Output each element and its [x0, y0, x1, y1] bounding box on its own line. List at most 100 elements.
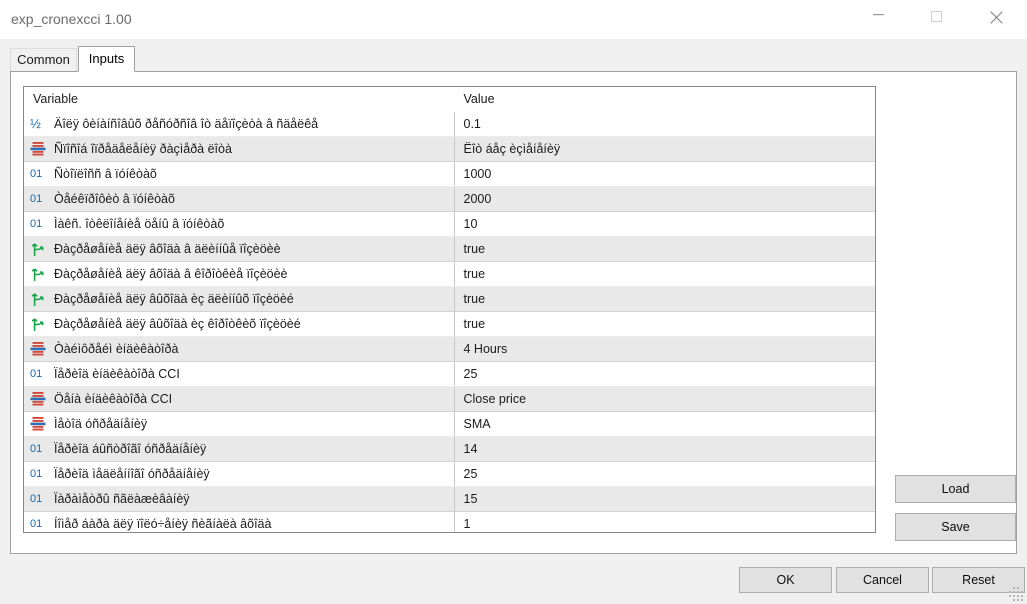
- variable-label: Ìàêñ. îòêëîíåíèå öåíû â ïóíêòàõ: [54, 217, 225, 231]
- value-cell[interactable]: 1000: [453, 161, 875, 187]
- value-cell[interactable]: SMA: [453, 411, 875, 437]
- value-cell[interactable]: 1: [453, 511, 875, 532]
- table-row[interactable]: Ðàçðåøåíèå äëÿ âûõîäà èç êîðîòêèõ ïîçèöè…: [24, 311, 875, 337]
- integer-01-icon: 01: [30, 216, 47, 233]
- table-row[interactable]: 01 Íîìåð áàðà äëÿ ïîëó÷åíèÿ ñèãíàëà âõîäà…: [24, 511, 875, 532]
- table-row[interactable]: Ìåòîä óñðåäíåíèÿ SMA: [24, 411, 875, 437]
- table-body: ½ Äîëÿ ôèíàíñîâûõ ðåñóðñîâ îò äåïîçèòà â …: [24, 111, 875, 532]
- value-cell[interactable]: 15: [453, 486, 875, 512]
- value-text: SMA: [463, 417, 491, 431]
- grip-dot: [1009, 591, 1011, 593]
- fraction-half-icon: ½: [30, 116, 47, 133]
- variable-cell[interactable]: Ðàçðåøåíèå äëÿ âûõîäà èç êîðîòêèõ ïîçèöè…: [24, 311, 454, 337]
- table-row[interactable]: 01 Òåéêïðîôèò â ïóíêòàõ 2000: [24, 186, 875, 212]
- value-cell[interactable]: Ëîò áåç èçìåíåíèÿ: [453, 136, 875, 162]
- table-row[interactable]: Ðàçðåøåíèå äëÿ âõîäà â äëèííûå ïîçèöèè tr…: [24, 236, 875, 262]
- variable-cell[interactable]: Ìåòîä óñðåäíåíèÿ: [24, 411, 454, 437]
- value-text: 25: [463, 467, 478, 481]
- value-cell[interactable]: true: [453, 261, 875, 287]
- table-row[interactable]: 01 Ïåðèîä áûñòðîãî óñðåäíåíèÿ 14: [24, 436, 875, 462]
- close-button[interactable]: [973, 0, 1019, 30]
- value-cell[interactable]: 4 Hours: [453, 336, 875, 362]
- svg-text:01: 01: [30, 368, 42, 380]
- title-bar: exp_cronexcci 1.00: [0, 0, 1027, 39]
- variable-cell[interactable]: Ñïîñîá îïðåäåëåíèÿ ðàçìåðà ëîòà: [24, 136, 454, 162]
- svg-text:01: 01: [30, 168, 42, 180]
- variable-cell[interactable]: 01 Ïàðàìåòðû ñãëàæèâàíèÿ: [24, 486, 454, 512]
- value-cell[interactable]: Close price: [453, 386, 875, 412]
- variable-cell[interactable]: Òàéìôðåéì èíäèêàòîðà: [24, 336, 454, 362]
- variable-label: Ìåòîä óñðåäíåíèÿ: [54, 417, 148, 431]
- table-row[interactable]: 01 Ñòîïëîññ â ïóíêòàõ 1000: [24, 161, 875, 187]
- variable-label: Òàéìôðåéì èíäèêàòîðà: [54, 342, 179, 356]
- parameter-dialog-window: exp_cronexcci 1.00 Common Inputs Variabl…: [0, 0, 1027, 604]
- value-cell[interactable]: 2000: [453, 186, 875, 212]
- minimize-button[interactable]: [856, 0, 902, 30]
- variable-cell[interactable]: 01 Íîìåð áàðà äëÿ ïîëó÷åíèÿ ñèãíàëà âõîäà: [24, 511, 454, 532]
- variable-label: Ðàçðåøåíèå äëÿ âõîäà â äëèííûå ïîçèöèè: [54, 242, 281, 256]
- tab-inputs[interactable]: Inputs: [78, 46, 135, 72]
- maximize-button[interactable]: [914, 0, 960, 30]
- value-cell[interactable]: 25: [453, 361, 875, 387]
- tab-strip: Common Inputs: [10, 46, 1017, 72]
- column-header-variable[interactable]: Variable: [24, 87, 454, 112]
- variable-label: Ïåðèîä ìåäëåííîãî óñðåäíåíèÿ: [54, 467, 210, 481]
- grip-dot: [1013, 591, 1015, 593]
- integer-01-icon: 01: [30, 466, 47, 483]
- column-header-value[interactable]: Value: [453, 87, 875, 112]
- value-cell[interactable]: 25: [453, 461, 875, 487]
- value-cell[interactable]: true: [453, 286, 875, 312]
- value-text: Close price: [463, 392, 527, 406]
- variable-cell[interactable]: 01 Ïåðèîä áûñòðîãî óñðåäíåíèÿ: [24, 436, 454, 462]
- table-header: Variable Value: [24, 87, 875, 112]
- enum-list-icon: [30, 141, 47, 158]
- variable-cell[interactable]: Ðàçðåøåíèå äëÿ âõîäà â äëèííûå ïîçèöèè: [24, 236, 454, 262]
- variable-cell[interactable]: Ðàçðåøåíèå äëÿ âõîäà â êîðîòêèå ïîçèöèè: [24, 261, 454, 287]
- inputs-panel: Variable Value ½ Äîëÿ ôèíàíñîâûõ ðåñóðñîâ…: [10, 71, 1017, 554]
- variable-label: Ïåðèîä áûñòðîãî óñðåäíåíèÿ: [54, 442, 207, 456]
- value-cell[interactable]: true: [453, 236, 875, 262]
- svg-text:01: 01: [30, 443, 42, 455]
- table-row[interactable]: 01 Ïåðèîä èíäèêàòîðà CCI 25: [24, 361, 875, 387]
- table-row[interactable]: Ñïîñîá îïðåäåëåíèÿ ðàçìåðà ëîòà Ëîò áåç è…: [24, 136, 875, 162]
- table-row[interactable]: ½ Äîëÿ ôèíàíñîâûõ ðåñóðñîâ îò äåïîçèòà â …: [24, 111, 875, 137]
- table-row[interactable]: 01 Ïàðàìåòðû ñãëàæèâàíèÿ 15: [24, 486, 875, 512]
- enum-list-icon: [30, 391, 47, 408]
- table-row[interactable]: Òàéìôðåéì èíäèêàòîðà 4 Hours: [24, 336, 875, 362]
- value-cell[interactable]: 14: [453, 436, 875, 462]
- table-row[interactable]: Ðàçðåøåíèå äëÿ âûõîäà èç äëèííûõ ïîçèöèé…: [24, 286, 875, 312]
- variable-label: Ðàçðåøåíèå äëÿ âûõîäà èç äëèííûõ ïîçèöèé: [54, 292, 294, 306]
- variable-cell[interactable]: 01 Ïåðèîä ìåäëåííîãî óñðåäíåíèÿ: [24, 461, 454, 487]
- svg-text:01: 01: [30, 193, 42, 205]
- value-text: 1: [463, 517, 471, 531]
- tab-common[interactable]: Common: [10, 48, 77, 72]
- resize-grip[interactable]: [1008, 586, 1023, 601]
- value-text: true: [463, 292, 486, 306]
- variable-cell[interactable]: 01 Òåéêïðîôèò â ïóíêòàõ: [24, 186, 454, 212]
- table-row[interactable]: Ðàçðåøåíèå äëÿ âõîäà â êîðîòêèå ïîçèöèè t…: [24, 261, 875, 287]
- value-text: 15: [463, 492, 478, 506]
- boolean-branch-icon: [30, 266, 47, 283]
- variable-cell[interactable]: 01 Ñòîïëîññ â ïóíêòàõ: [24, 161, 454, 187]
- svg-text:½: ½: [30, 116, 41, 131]
- value-cell[interactable]: true: [453, 311, 875, 337]
- table-row[interactable]: Öåíà èíäèêàòîðà CCI Close price: [24, 386, 875, 412]
- load-button[interactable]: Load: [895, 475, 1016, 503]
- table-row[interactable]: 01 Ìàêñ. îòêëîíåíèå öåíû â ïóíêòàõ 10: [24, 211, 875, 237]
- save-button[interactable]: Save: [895, 513, 1016, 541]
- variable-label: Íîìåð áàðà äëÿ ïîëó÷åíèÿ ñèãíàëà âõîäà: [54, 517, 272, 531]
- table-row[interactable]: 01 Ïåðèîä ìåäëåííîãî óñðåäíåíèÿ 25: [24, 461, 875, 487]
- parameters-table-container[interactable]: Variable Value ½ Äîëÿ ôèíàíñîâûõ ðåñóðñîâ…: [23, 86, 876, 533]
- variable-cell[interactable]: 01 Ìàêñ. îòêëîíåíèå öåíû â ïóíêòàõ: [24, 211, 454, 237]
- value-cell[interactable]: 10: [453, 211, 875, 237]
- value-cell[interactable]: 0.1: [453, 111, 875, 137]
- variable-cell[interactable]: ½ Äîëÿ ôèíàíñîâûõ ðåñóðñîâ îò äåïîçèòà â …: [24, 111, 454, 137]
- variable-cell[interactable]: Ðàçðåøåíèå äëÿ âûõîäà èç äëèííûõ ïîçèöèé: [24, 286, 454, 312]
- integer-01-icon: 01: [30, 166, 47, 183]
- ok-button[interactable]: OK: [739, 567, 832, 593]
- cancel-button[interactable]: Cancel: [836, 567, 929, 593]
- variable-label: Ïàðàìåòðû ñãëàæèâàíèÿ: [54, 492, 190, 506]
- variable-cell[interactable]: 01 Ïåðèîä èíäèêàòîðà CCI: [24, 361, 454, 387]
- variable-cell[interactable]: Öåíà èíäèêàòîðà CCI: [24, 386, 454, 412]
- value-text: 14: [463, 442, 478, 456]
